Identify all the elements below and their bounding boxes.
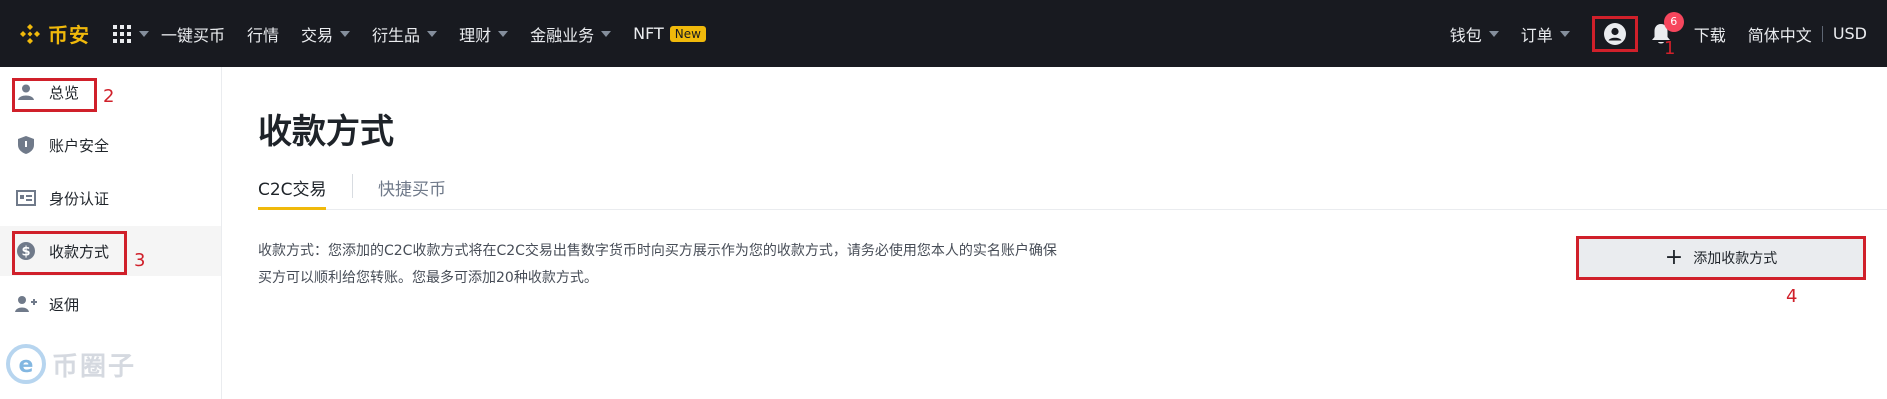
tab-divider: [352, 174, 353, 198]
account-icon: [1603, 22, 1626, 45]
add-payment-method-label: 添加收款方式: [1693, 251, 1778, 267]
main-nav: 一键买币 行情 交易 衍生品 理财 金融业务 NFT New: [161, 22, 728, 46]
nav-item-earn[interactable]: 理财: [459, 22, 509, 46]
chevron-down-icon: [340, 30, 351, 37]
annotation-4: 4: [1786, 286, 1798, 307]
sidebar-item-security[interactable]: 账户安全: [0, 120, 221, 170]
shield-icon: [15, 134, 37, 156]
wallet-menu[interactable]: 钱包: [1450, 22, 1499, 46]
tab-c2c[interactable]: C2C交易: [258, 175, 327, 200]
nav-item-markets[interactable]: 行情: [247, 22, 279, 46]
download-link[interactable]: 下载: [1694, 22, 1726, 46]
annotation-3: 3: [134, 250, 146, 271]
notification-count-badge: 6: [1663, 11, 1684, 32]
annotation-2: 2: [103, 86, 115, 107]
nav-item-nft[interactable]: NFT New: [633, 24, 706, 43]
top-nav-bar: 币安 一键买币 行情 交易 衍生品 理财 金融业务 NFTNew 钱包 订单: [0, 0, 1887, 67]
annotation-1: 1: [1664, 38, 1676, 59]
payment-methods-description: 收款方式：您添加的C2C收款方式将在C2C交易出售数字货币时向买方展示作为您的收…: [258, 243, 1057, 286]
annotation-box-2: [12, 78, 97, 112]
watermark: e 币圈子: [4, 342, 136, 386]
logo-text: 币安: [48, 23, 90, 47]
sidebar-item-label: 身份认证: [49, 189, 110, 208]
chevron-down-icon: [1559, 30, 1570, 37]
add-user-icon: [15, 293, 37, 315]
new-badge: New: [669, 25, 706, 42]
sidebar-item-identity[interactable]: 身份认证: [0, 173, 221, 223]
binance-logo-icon: [20, 23, 40, 44]
currency-selector[interactable]: USD: [1833, 24, 1867, 43]
annotation-box-3: [12, 231, 127, 275]
sidebar-item-referral[interactable]: 返佣: [0, 279, 221, 329]
chevron-down-icon: [139, 30, 149, 37]
sidebar-item-label: 返佣: [49, 295, 80, 314]
grid-icon: [113, 24, 131, 43]
page-title: 收款方式: [258, 112, 394, 152]
nav-item-finance[interactable]: 金融业务: [530, 22, 612, 46]
watermark-logo-icon: e: [6, 344, 46, 384]
nav-item-derivatives[interactable]: 衍生品: [372, 22, 438, 46]
tab-quick-buy[interactable]: 快捷买币: [378, 175, 446, 200]
profile-button[interactable]: [1591, 15, 1638, 52]
apps-menu-button[interactable]: [112, 24, 149, 44]
nav-item-quick-buy[interactable]: 一键买币: [161, 22, 225, 46]
active-tab-indicator: [258, 207, 326, 210]
orders-menu[interactable]: 订单: [1521, 22, 1570, 46]
chevron-down-icon: [1488, 30, 1499, 37]
add-payment-method-button[interactable]: + 添加收款方式: [1576, 236, 1866, 280]
svg-text:e: e: [19, 353, 34, 378]
tab-bar: C2C交易 快捷买币: [258, 172, 1887, 210]
nav-item-trade[interactable]: 交易: [301, 22, 351, 46]
plus-icon: +: [1664, 245, 1684, 270]
logo[interactable]: 币安: [18, 19, 90, 48]
chevron-down-icon: [427, 30, 438, 37]
language-selector[interactable]: 简体中文: [1748, 22, 1812, 46]
watermark-text: 币圈子: [52, 351, 137, 382]
chevron-down-icon: [498, 30, 509, 37]
chevron-down-icon: [601, 30, 612, 37]
id-card-icon: [15, 187, 37, 209]
divider: [1821, 25, 1823, 42]
sidebar-item-label: 账户安全: [49, 136, 110, 155]
